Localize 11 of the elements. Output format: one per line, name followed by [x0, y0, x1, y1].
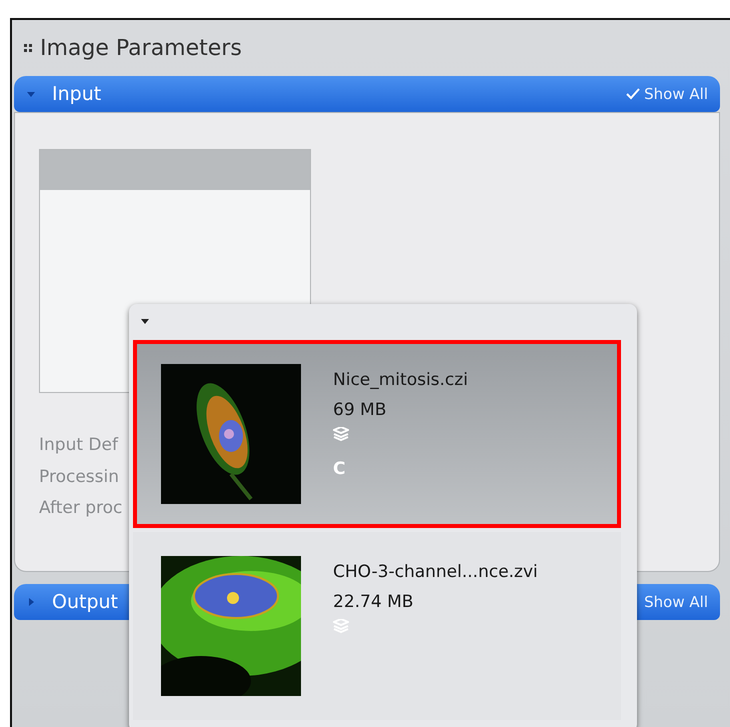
panel-title: Image Parameters: [40, 34, 242, 62]
field-label: Processin: [39, 466, 119, 488]
channel-label: C: [333, 458, 346, 481]
field-label: Input Def: [39, 434, 118, 457]
file-size: 22.74 MB: [333, 590, 414, 614]
field-label: After proc: [39, 497, 122, 520]
section-title: Output: [52, 590, 118, 615]
file-name: CHO-3-channel...nce.zvi: [333, 561, 538, 584]
file-name: Nice_mitosis.czi: [333, 369, 468, 392]
section-title: Input: [52, 82, 102, 107]
file-size: 69 MB: [333, 398, 388, 422]
